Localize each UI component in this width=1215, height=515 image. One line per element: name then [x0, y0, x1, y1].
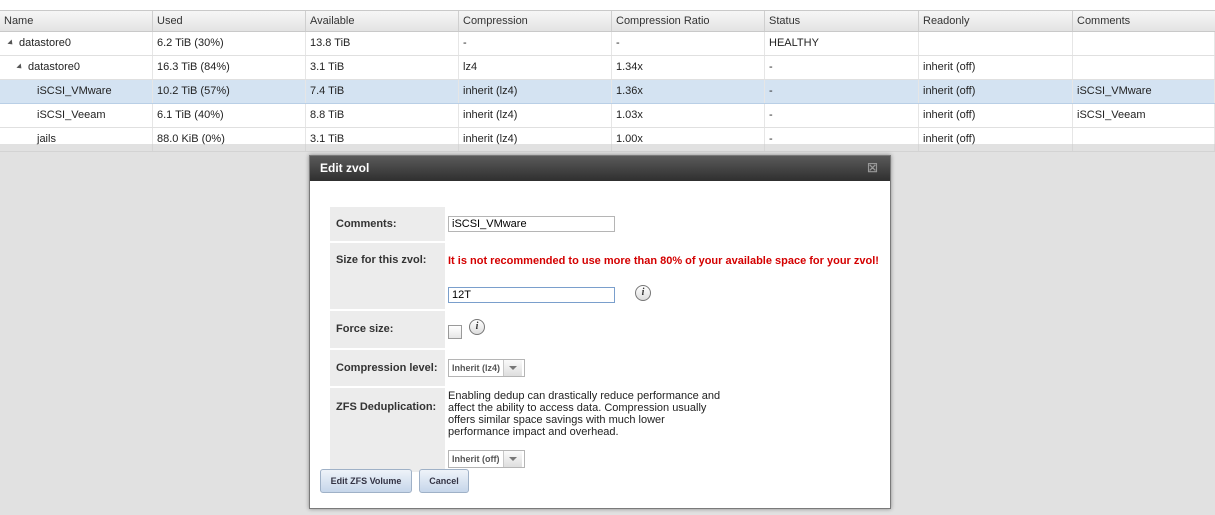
chevron-down-icon[interactable] — [502, 451, 522, 467]
row-available: 7.4 TiB — [306, 80, 459, 103]
compression-row: Compression level: Inherit (lz4) — [330, 350, 880, 386]
row-name: iSCSI_VMware — [0, 80, 153, 103]
column-header-status[interactable]: Status — [765, 11, 919, 31]
row-available: 13.8 TiB — [306, 32, 459, 55]
table-row[interactable]: datastore0 6.2 TiB (30%) 13.8 TiB - - HE… — [0, 32, 1215, 56]
edit-zvol-dialog: Edit zvol ☒ Comments: Size for this zvol… — [309, 155, 891, 509]
column-header-comments[interactable]: Comments — [1073, 11, 1215, 31]
info-icon[interactable]: i — [635, 285, 651, 301]
row-ratio: - — [612, 32, 765, 55]
row-status: - — [765, 80, 919, 103]
info-icon[interactable]: i — [469, 319, 485, 335]
column-header-available[interactable]: Available — [306, 11, 459, 31]
dedup-help-text: Enabling dedup can drastically reduce pe… — [448, 390, 721, 438]
row-readonly — [919, 32, 1073, 55]
row-comments — [1073, 32, 1215, 55]
row-name: datastore0 — [19, 37, 71, 49]
grid-header: Name Used Available Compression Compress… — [0, 10, 1215, 32]
column-header-readonly[interactable]: Readonly — [919, 11, 1073, 31]
comments-input[interactable] — [448, 216, 615, 232]
row-name: datastore0 — [28, 61, 80, 73]
row-comments: iSCSI_Veeam — [1073, 104, 1215, 127]
row-readonly: inherit (off) — [919, 80, 1073, 103]
force-size-row: Force size: i — [330, 311, 880, 348]
row-used: 6.1 TiB (40%) — [153, 104, 306, 127]
row-compression: inherit (lz4) — [459, 80, 612, 103]
dedup-select[interactable]: Inherit (off) — [448, 450, 525, 468]
dedup-label: ZFS Deduplication: — [330, 388, 445, 472]
row-compression: - — [459, 32, 612, 55]
close-icon[interactable]: ☒ — [867, 162, 878, 174]
row-status: HEALTHY — [765, 32, 919, 55]
comments-row: Comments: — [330, 207, 880, 241]
column-header-name[interactable]: Name — [0, 11, 153, 31]
column-header-used[interactable]: Used — [153, 11, 306, 31]
column-header-compression-ratio[interactable]: Compression Ratio — [612, 11, 765, 31]
row-status: - — [765, 56, 919, 79]
row-used: 10.2 TiB (57%) — [153, 80, 306, 103]
size-input[interactable] — [448, 287, 615, 303]
force-size-checkbox[interactable] — [448, 325, 462, 339]
chevron-down-icon[interactable] — [503, 360, 523, 376]
row-comments: iSCSI_VMware — [1073, 80, 1215, 103]
row-readonly: inherit (off) — [919, 56, 1073, 79]
expand-arrow-icon[interactable] — [7, 39, 15, 47]
compression-select[interactable]: Inherit (lz4) — [448, 359, 525, 377]
row-status: - — [765, 104, 919, 127]
dedup-row: ZFS Deduplication: Enabling dedup can dr… — [330, 388, 880, 472]
table-row-selected[interactable]: iSCSI_VMware 10.2 TiB (57%) 7.4 TiB inhe… — [0, 80, 1215, 104]
compression-select-value: Inherit (lz4) — [452, 363, 501, 373]
edit-zfs-volume-button[interactable]: Edit ZFS Volume — [320, 469, 412, 493]
zvol-form: Comments: Size for this zvol: It is not … — [330, 207, 880, 474]
size-warning: It is not recommended to use more than 8… — [448, 255, 879, 267]
row-name: iSCSI_Veeam — [0, 104, 153, 127]
column-header-compression[interactable]: Compression — [459, 11, 612, 31]
table-row[interactable]: datastore0 16.3 TiB (84%) 3.1 TiB lz4 1.… — [0, 56, 1215, 80]
compression-label: Compression level: — [330, 350, 445, 386]
size-label: Size for this zvol: — [330, 243, 445, 309]
dedup-select-value: Inherit (off) — [452, 454, 500, 464]
row-compression: inherit (lz4) — [459, 104, 612, 127]
row-available: 3.1 TiB — [306, 56, 459, 79]
row-used: 16.3 TiB (84%) — [153, 56, 306, 79]
row-available: 8.8 TiB — [306, 104, 459, 127]
table-row[interactable]: iSCSI_Veeam 6.1 TiB (40%) 8.8 TiB inheri… — [0, 104, 1215, 128]
cancel-button[interactable]: Cancel — [419, 469, 469, 493]
comments-label: Comments: — [330, 207, 445, 241]
row-used: 6.2 TiB (30%) — [153, 32, 306, 55]
dialog-title: Edit zvol — [320, 161, 370, 175]
row-ratio: 1.36x — [612, 80, 765, 103]
expand-arrow-icon[interactable] — [16, 63, 24, 71]
row-ratio: 1.03x — [612, 104, 765, 127]
size-row: Size for this zvol: It is not recommende… — [330, 243, 880, 309]
force-size-label: Force size: — [330, 311, 445, 348]
dataset-tree-grid: Name Used Available Compression Compress… — [0, 10, 1215, 152]
row-comments — [1073, 56, 1215, 79]
row-ratio: 1.34x — [612, 56, 765, 79]
row-readonly: inherit (off) — [919, 104, 1073, 127]
row-compression: lz4 — [459, 56, 612, 79]
